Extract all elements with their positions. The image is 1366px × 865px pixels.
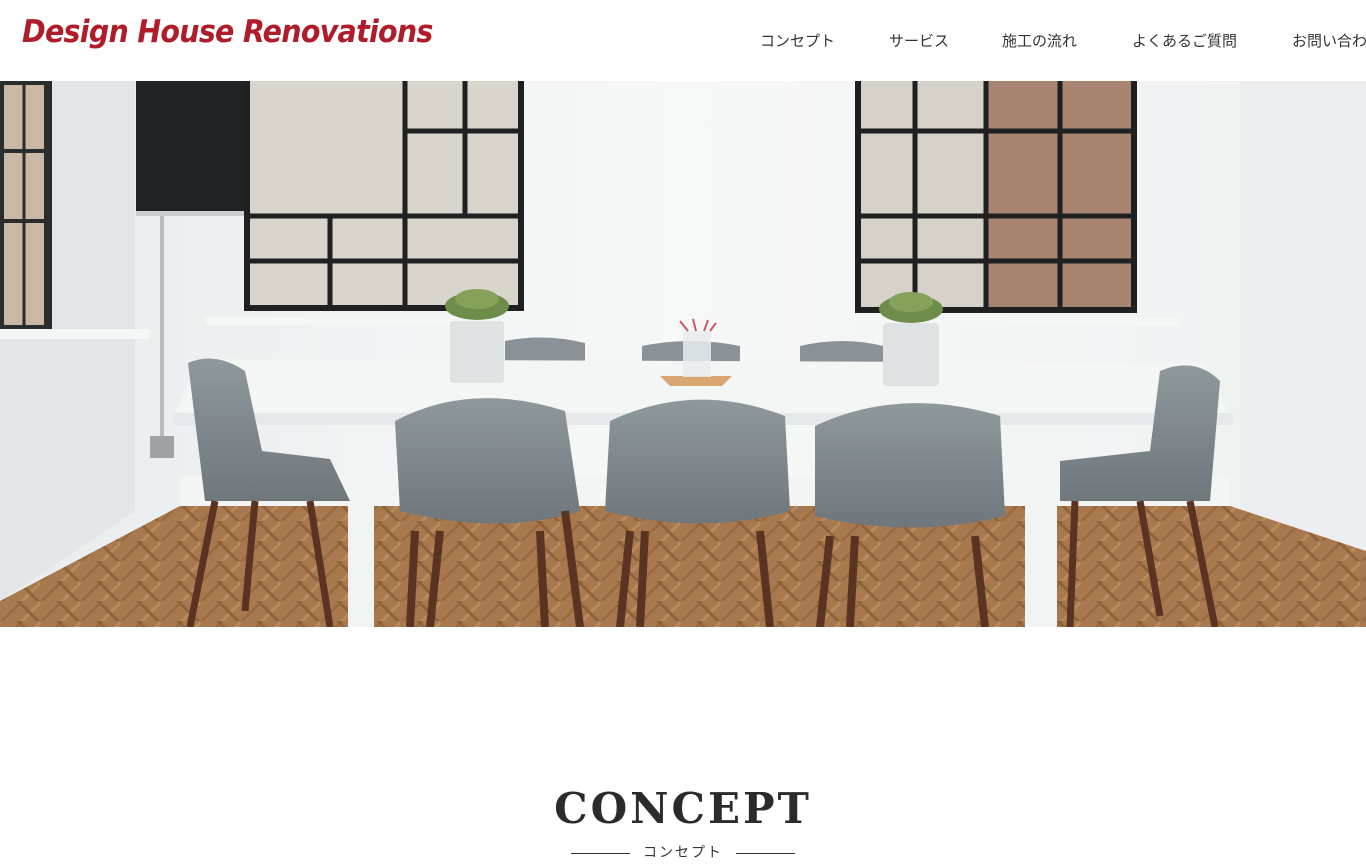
nav-item-flow[interactable]: 施工の流れ [1002, 29, 1077, 53]
nav-item-concept[interactable]: コンセプト [760, 29, 835, 53]
hero-image [0, 81, 1366, 627]
subtitle-rule-right [736, 853, 795, 854]
section-subtitle-row: コンセプト [0, 842, 1366, 864]
nav-item-contact[interactable]: お問い合わせ [1292, 29, 1366, 53]
main-nav: コンセプト サービス 施工の流れ よくあるご質問 お問い合わせ [706, 29, 1366, 53]
site-logo[interactable]: Design House Renovations [22, 14, 433, 50]
nav-item-service[interactable]: サービス [889, 29, 949, 53]
site-header: Design House Renovations コンセプト サービス 施工の流… [0, 0, 1366, 81]
section-title-concept: CONCEPT [554, 784, 812, 833]
section-subtitle-concept: コンセプト [643, 845, 723, 861]
nav-item-faq[interactable]: よくあるご質問 [1132, 29, 1237, 53]
